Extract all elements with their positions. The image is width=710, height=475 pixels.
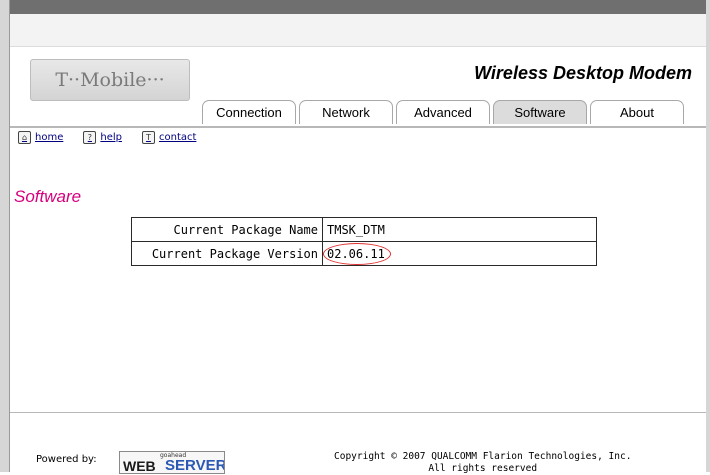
powered-by-label: Powered by:	[36, 454, 97, 465]
contact-link-label: contact	[158, 132, 197, 143]
window-top-frame	[0, 0, 710, 14]
tab-connection[interactable]: Connection	[202, 100, 296, 124]
package-name-label: Current Package Name	[131, 217, 323, 242]
tab-about[interactable]: About	[590, 100, 684, 124]
quick-links: ⌂ home ? help T contact	[18, 131, 196, 144]
help-link-label: help	[100, 132, 122, 143]
tab-advanced[interactable]: Advanced	[396, 100, 490, 124]
window-right-frame	[706, 0, 710, 472]
package-name-value: TMSK_DTM	[322, 217, 597, 242]
footer-divider	[10, 412, 706, 413]
package-version-cell: 02.06.11	[322, 241, 597, 266]
window-left-frame	[0, 0, 10, 472]
home-icon: ⌂	[18, 131, 31, 144]
contact-link[interactable]: T contact	[141, 131, 197, 144]
copyright-line2: All rights reserved	[428, 463, 538, 474]
software-info-table: Current Package Name TMSK_DTM Current Pa…	[131, 217, 597, 266]
tab-network[interactable]: Network	[299, 100, 393, 124]
webserver-logo: goahead WEB SERVER	[119, 451, 225, 474]
logo-text: T··Mobile···	[55, 69, 165, 91]
help-link[interactable]: ? help	[83, 131, 122, 144]
contact-icon: T	[141, 131, 155, 144]
header: T··Mobile··· Wireless Desktop Modem Conn…	[10, 47, 706, 127]
webserver-logo-server: SERVER	[165, 457, 225, 474]
brand-title: Wireless Desktop Modem	[474, 63, 692, 83]
top-bar	[10, 14, 706, 47]
home-link[interactable]: ⌂ home	[18, 131, 63, 144]
table-row: Current Package Name TMSK_DTM	[131, 217, 597, 242]
table-row: Current Package Version 02.06.11	[131, 241, 597, 266]
page-title: Software	[14, 187, 82, 206]
tab-bar: Connection Network Advanced Software Abo…	[202, 100, 687, 126]
package-version-highlight: 02.06.11	[323, 242, 391, 265]
tab-software[interactable]: Software	[493, 100, 587, 124]
package-version-label: Current Package Version	[131, 241, 323, 266]
copyright-line1: Copyright © 2007 QUALCOMM Flarion Techno…	[334, 451, 632, 462]
help-icon: ?	[83, 131, 97, 144]
annotation-circle	[323, 242, 391, 265]
copyright: Copyright © 2007 QUALCOMM Flarion Techno…	[334, 451, 631, 475]
home-link-label: home	[35, 132, 64, 143]
nav-divider	[10, 126, 706, 128]
tmobile-logo: T··Mobile···	[30, 59, 190, 101]
